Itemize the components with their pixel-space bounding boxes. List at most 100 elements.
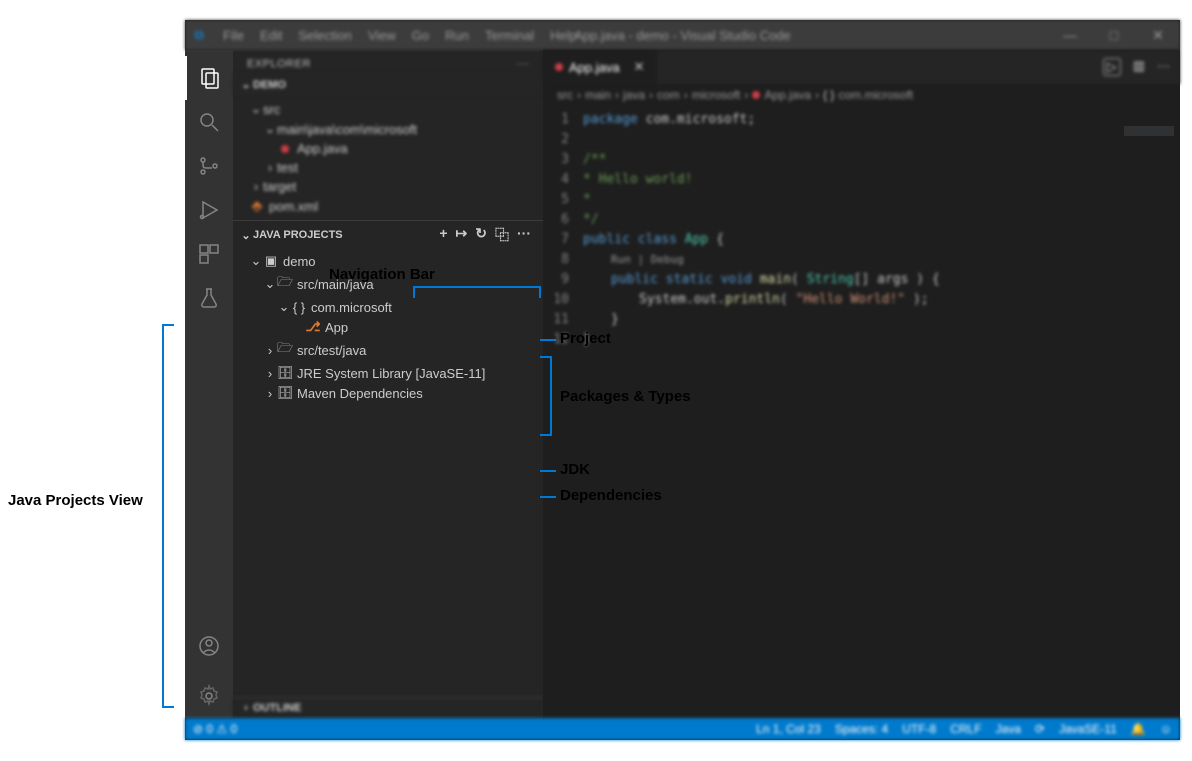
chevron-right-icon: ›	[249, 179, 263, 194]
classpath-icon[interactable]: ↦	[456, 225, 468, 245]
java-projects-actions: + ↦ ↻ ⿻ ···	[439, 225, 537, 245]
explorer-icon[interactable]	[185, 56, 233, 100]
vscode-window: ⧉ File Edit Selection View Go Run Termin…	[185, 20, 1180, 740]
chevron-right-icon: ›	[263, 343, 277, 358]
create-project-icon[interactable]: +	[439, 225, 447, 245]
java-file-icon	[277, 145, 293, 153]
java-projects-title: JAVA PROJECTS	[253, 229, 343, 241]
tick-dependencies	[540, 496, 556, 498]
title-bar: ⧉ File Edit Selection View Go Run Termin…	[185, 20, 1180, 50]
library-icon: 🗄	[277, 365, 293, 381]
close-tab-icon[interactable]: ✕	[634, 59, 645, 75]
annotation-packages-types: Packages & Types	[560, 388, 691, 405]
breadcrumb[interactable]: src › main › java › com › microsoft › Ap…	[543, 84, 1180, 106]
java-file-icon	[555, 63, 563, 71]
explorer-more-icon[interactable]: ···	[517, 58, 530, 70]
menu-edit[interactable]: Edit	[254, 28, 288, 43]
tab-label: App.java	[569, 60, 620, 75]
editor-more-icon[interactable]: ···	[1157, 58, 1170, 76]
search-icon[interactable]	[185, 100, 233, 144]
split-editor-icon[interactable]: ▥	[1133, 58, 1145, 76]
status-jdk[interactable]: JavaSE-11	[1059, 722, 1117, 736]
tab-bar: App.java ✕ ▷ ▥ ···	[543, 50, 1180, 84]
chevron-down-icon: ⌄	[249, 253, 263, 269]
editor-area: App.java ✕ ▷ ▥ ··· src › main › java › c…	[543, 50, 1180, 718]
chevron-down-icon: ⌄	[277, 299, 291, 315]
menu-go[interactable]: Go	[406, 28, 435, 43]
file-app-java[interactable]: App.java	[239, 139, 537, 158]
chevron-right-icon: ›	[263, 386, 277, 401]
file-pom-xml[interactable]: ⬘pom.xml	[239, 196, 537, 216]
close-button[interactable]: ✕	[1136, 27, 1180, 44]
jre-system-library[interactable]: ›🗄JRE System Library [JavaSE-11]	[239, 363, 537, 383]
folder-src[interactable]: ⌄src	[239, 99, 537, 119]
settings-icon[interactable]	[185, 674, 233, 718]
bracket-packages-types	[540, 356, 552, 436]
java-projects-header[interactable]: ⌄ JAVA PROJECTS + ↦ ↻ ⿻ ···	[233, 221, 543, 249]
annotation-jdk: JDK	[560, 461, 590, 478]
menu-terminal[interactable]: Terminal	[479, 28, 540, 43]
more-actions-icon[interactable]: ···	[517, 225, 531, 245]
window-controls: — □ ✕	[1048, 27, 1180, 44]
menu-run[interactable]: Run	[439, 28, 475, 43]
run-debug-icon[interactable]	[185, 188, 233, 232]
menu-view[interactable]: View	[362, 28, 402, 43]
chevron-down-icon: ⌄	[263, 121, 277, 137]
chevron-right-icon: ›	[263, 366, 277, 381]
demo-root-header[interactable]: ⌄ DEMO	[233, 74, 543, 95]
library-icon: 🗄	[277, 385, 293, 401]
minimize-button[interactable]: —	[1048, 27, 1092, 44]
bracket-java-projects-view	[162, 324, 174, 708]
chevron-down-icon: ⌄	[249, 101, 263, 117]
class-icon: ⎇	[305, 319, 321, 335]
source-control-icon[interactable]	[185, 144, 233, 188]
test-icon[interactable]	[185, 276, 233, 320]
status-spaces[interactable]: Spaces: 4	[835, 722, 888, 736]
refresh-icon[interactable]: ↻	[475, 225, 487, 245]
extensions-icon[interactable]	[185, 232, 233, 276]
xml-file-icon: ⬘	[249, 198, 265, 214]
annotation-project: Project	[560, 330, 611, 347]
run-icon[interactable]: ▷	[1103, 58, 1121, 76]
class-app[interactable]: ⎇App	[239, 317, 537, 337]
tab-app-java[interactable]: App.java ✕	[543, 50, 657, 84]
menu-selection[interactable]: Selection	[292, 28, 357, 43]
source-folder-test[interactable]: ›🗁src/test/java	[239, 337, 537, 363]
package-folder-icon: 🗁	[277, 339, 293, 361]
status-encoding[interactable]: UTF-8	[902, 722, 936, 736]
folder-test[interactable]: ›test	[239, 158, 537, 177]
account-icon[interactable]	[185, 624, 233, 668]
outline-title: OUTLINE	[253, 702, 301, 714]
status-feedback-icon[interactable]: ☺	[1160, 722, 1172, 736]
explorer-title: EXPLORER	[247, 58, 311, 70]
chevron-right-icon: ›	[239, 702, 253, 714]
status-bell-icon[interactable]: 🔔	[1131, 722, 1146, 736]
chevron-down-icon: ⌄	[239, 229, 253, 242]
code-text: package com.microsoft; /** * Hello world…	[583, 106, 940, 718]
status-errors[interactable]: ⊘ 0 ⚠ 0	[193, 722, 237, 736]
package-com-microsoft[interactable]: ⌄{ }com.microsoft	[239, 297, 537, 317]
bracket-navigation-bar	[413, 286, 541, 298]
maven-dependencies[interactable]: ›🗄Maven Dependencies	[239, 383, 537, 403]
explorer-tree: ⌄src ⌄main\java\com\microsoft App.java ›…	[233, 95, 543, 220]
code-editor[interactable]: 123 456 78 91011 12 package com.microsof…	[543, 106, 1180, 718]
folder-path[interactable]: ⌄main\java\com\microsoft	[239, 119, 537, 139]
status-sync-icon[interactable]: ⟳	[1035, 722, 1045, 736]
window-title: App.java - demo - Visual Studio Code	[574, 28, 791, 43]
root-name: DEMO	[253, 79, 286, 91]
folder-target[interactable]: ›target	[239, 177, 537, 196]
status-language[interactable]: Java	[996, 722, 1021, 736]
annotation-navigation-bar: Navigation Bar	[329, 266, 435, 283]
status-eol[interactable]: CRLF	[950, 722, 981, 736]
menu-file[interactable]: File	[217, 28, 250, 43]
tab-actions: ▷ ▥ ···	[1103, 58, 1180, 76]
status-line-col[interactable]: Ln 1, Col 23	[756, 722, 821, 736]
window-body: EXPLORER ··· ⌄ DEMO ⌄src ⌄main\java\com\…	[185, 50, 1180, 718]
package-folder-icon: 🗁	[277, 273, 293, 295]
collapse-all-icon[interactable]: ⿻	[495, 225, 509, 245]
chevron-down-icon: ⌄	[263, 276, 277, 292]
maximize-button[interactable]: □	[1092, 27, 1136, 44]
side-bar: EXPLORER ··· ⌄ DEMO ⌄src ⌄main\java\com\…	[233, 50, 543, 718]
outline-header[interactable]: › OUTLINE	[233, 697, 543, 718]
chevron-down-icon: ⌄	[239, 78, 253, 91]
